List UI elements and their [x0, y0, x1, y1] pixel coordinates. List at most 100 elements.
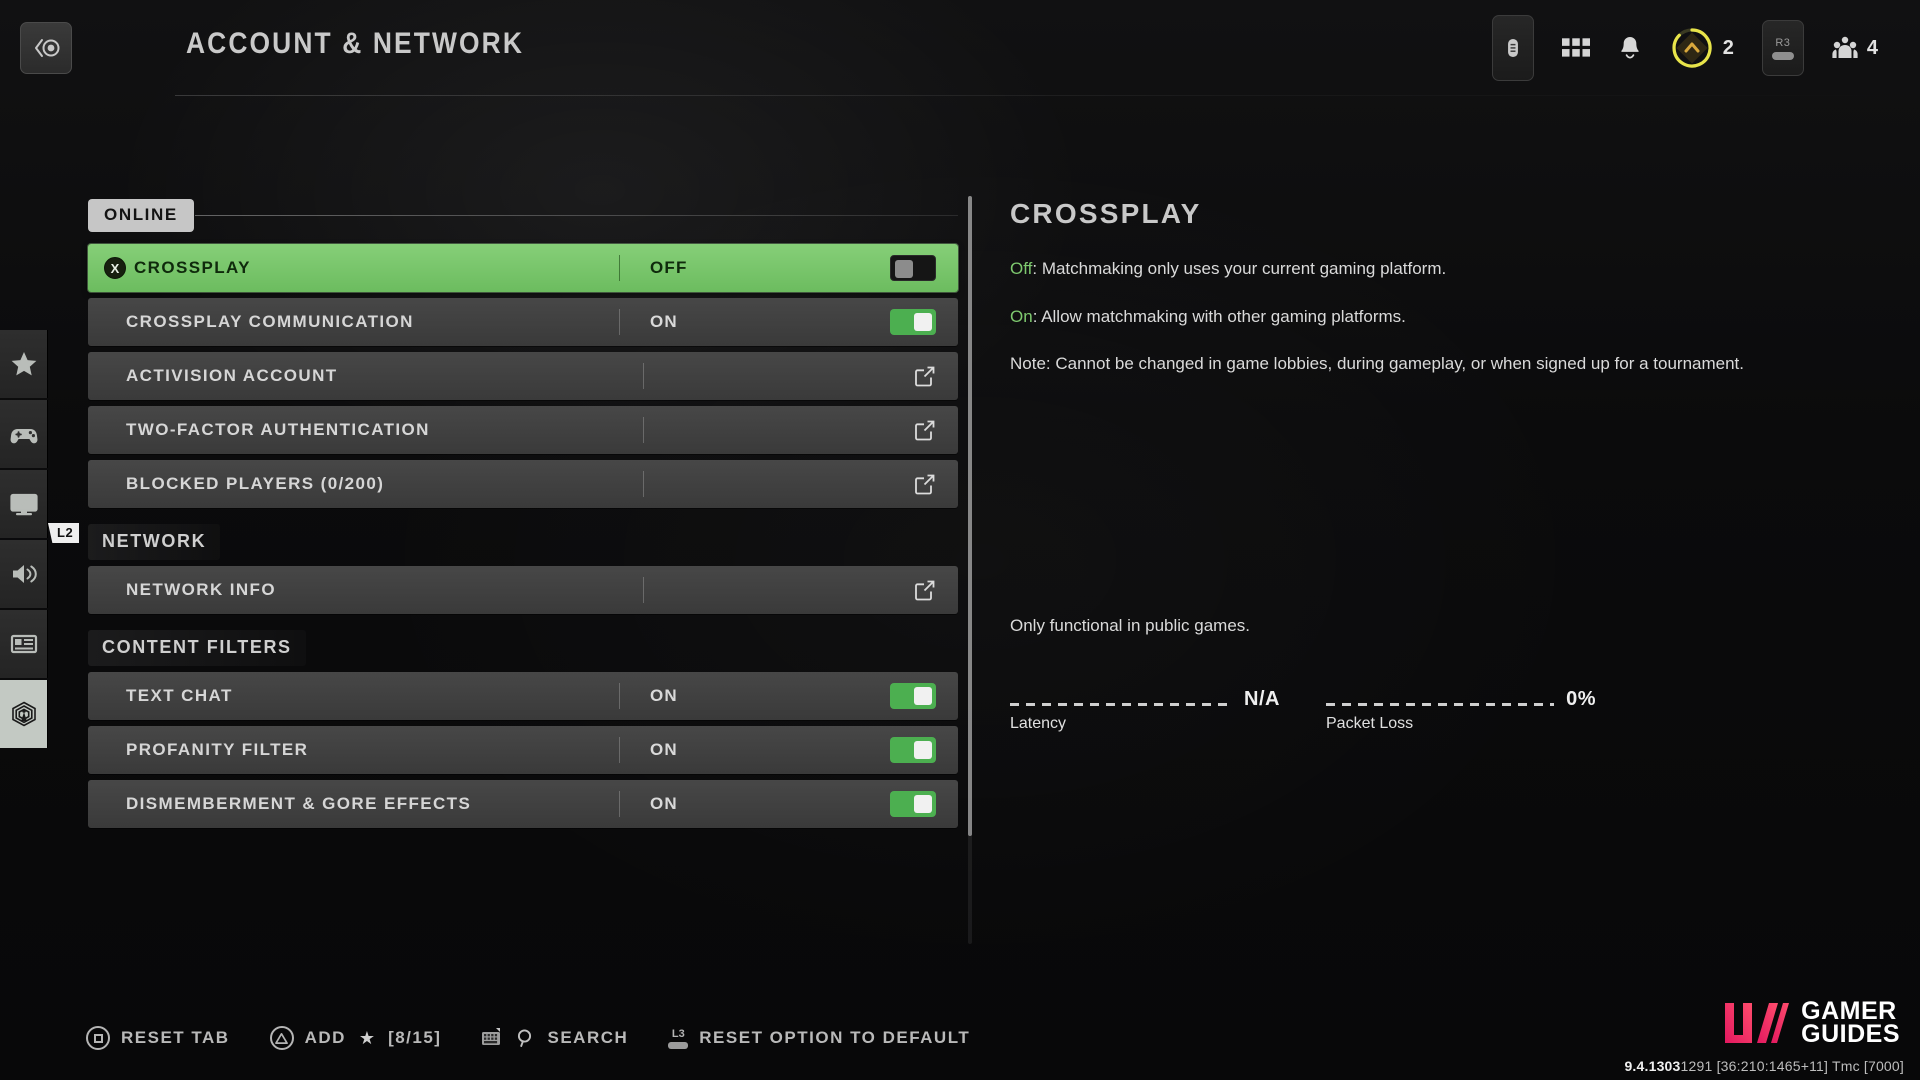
setting-row-activision-account[interactable]: ACTIVISION ACCOUNT: [88, 352, 958, 400]
notifications-button[interactable]: [1604, 14, 1656, 82]
l2-tab-hint: L2: [48, 523, 80, 543]
setting-label: NETWORK INFO: [126, 580, 276, 599]
settings-list: ONLINE X CROSSPLAY OFF CROSSPLAY COMMUNI…: [88, 198, 958, 834]
setting-control[interactable]: [914, 473, 958, 495]
meter-label: Latency: [1010, 715, 1067, 732]
setting-label: BLOCKED PLAYERS (0/200): [126, 474, 385, 493]
row-separator: [643, 577, 644, 603]
setting-control[interactable]: [890, 683, 958, 709]
toggle-switch-on[interactable]: [890, 791, 936, 817]
setting-row-crossplay-communication[interactable]: CROSSPLAY COMMUNICATION ON: [88, 298, 958, 346]
toggle-switch-on[interactable]: [890, 683, 936, 709]
action-reset-tab[interactable]: RESET TAB: [86, 1026, 230, 1050]
grid-menu-button[interactable]: [1548, 14, 1604, 82]
battlepass-rank-button[interactable]: 2: [1656, 14, 1748, 82]
touchpad-button[interactable]: [1478, 14, 1548, 82]
setting-control[interactable]: [890, 737, 958, 763]
setting-control[interactable]: [914, 579, 958, 601]
toggle-switch-off[interactable]: [890, 255, 936, 281]
toggle-knob: [914, 795, 932, 813]
action-label: SEARCH: [547, 1028, 629, 1047]
section-network: NETWORK: [88, 514, 958, 566]
action-reset-option-default[interactable]: L3 RESET OPTION TO DEFAULT: [668, 1028, 970, 1049]
setting-label: CROSSPLAY: [134, 258, 251, 277]
meter-value: 0%: [1566, 688, 1596, 710]
toggle-knob: [914, 741, 932, 759]
keyboard-search-icon: [482, 1028, 501, 1045]
action-add-favorite[interactable]: ADD ★ [8/15]: [269, 1026, 442, 1050]
sidebar-item-audio[interactable]: [0, 540, 48, 608]
setting-value: ON: [650, 686, 678, 705]
gamer-guides-wordmark: GAMER GUIDES: [1801, 998, 1900, 1048]
detail-title: CROSSPLAY: [1010, 198, 1202, 229]
r3-stick-button: R3: [1761, 20, 1804, 76]
setting-control[interactable]: [890, 309, 958, 335]
meter-latency: N/A Latency: [1010, 688, 1280, 733]
sidebar-item-favorites[interactable]: [0, 330, 48, 398]
meter-dashed-bar: [1326, 703, 1555, 706]
header-icon-cluster: 2 R3 4: [1478, 14, 1892, 82]
setting-label: DISMEMBERMENT & GORE EFFECTS: [126, 794, 472, 813]
network-broadcast-icon: [11, 701, 36, 727]
bell-notification-icon: [1621, 37, 1639, 59]
setting-row-dismemberment-gore-effects[interactable]: DISMEMBERMENT & GORE EFFECTS ON: [88, 780, 958, 828]
action-label: ADD: [304, 1028, 346, 1047]
setting-row-profanity-filter[interactable]: PROFANITY FILTER ON: [88, 726, 958, 774]
row-separator: [643, 417, 644, 443]
gamer-guides-watermark: GAMER GUIDES: [1723, 998, 1900, 1048]
setting-row-network-info[interactable]: NETWORK INFO: [88, 566, 958, 614]
battlepass-rank-icon: [1670, 26, 1714, 70]
section-header-network: NETWORK: [88, 524, 221, 560]
l3-stick-icon: L3: [668, 1027, 689, 1049]
setting-label: PROFANITY FILTER: [126, 740, 309, 759]
sidebar-item-account-network[interactable]: [0, 680, 48, 748]
setting-row-blocked-players[interactable]: BLOCKED PLAYERS (0/200): [88, 460, 958, 508]
r3-button[interactable]: R3: [1748, 14, 1818, 82]
meter-bar-row: 0%: [1326, 688, 1596, 711]
section-header-content-filters: CONTENT FILTERS: [88, 630, 306, 666]
external-link-icon: [915, 474, 935, 495]
brand-line-2: GUIDES: [1801, 1019, 1900, 1048]
meter-value: N/A: [1244, 688, 1280, 710]
setting-label: CROSSPLAY COMMUNICATION: [126, 312, 414, 331]
detail-lead-off: Off: [1010, 259, 1033, 278]
toggle-knob: [914, 687, 932, 705]
square-glyph: [93, 1033, 103, 1043]
social-players-button[interactable]: 4: [1818, 14, 1892, 82]
toggle-switch-on[interactable]: [890, 309, 936, 335]
setting-value: OFF: [650, 258, 688, 277]
square-button-icon: [86, 1026, 110, 1050]
sidebar-item-interface[interactable]: [0, 610, 48, 678]
header-divider: [175, 95, 1920, 96]
x-button-icon: X: [104, 257, 126, 279]
setting-control[interactable]: [890, 791, 958, 817]
detail-text-off: : Matchmaking only uses your current gam…: [1032, 259, 1447, 278]
x-button-glyph: X: [110, 260, 120, 276]
tab-online[interactable]: ONLINE: [88, 198, 194, 232]
build-version-rest: 1291 [36:210:1465+11] Tmc [7000]: [1680, 1058, 1904, 1074]
setting-row-text-chat[interactable]: TEXT CHAT ON: [88, 672, 958, 720]
setting-row-two-factor-authentication[interactable]: TWO-FACTOR AUTHENTICATION: [88, 406, 958, 454]
l3-label: L3: [671, 1027, 685, 1040]
setting-control[interactable]: [890, 255, 958, 281]
setting-control[interactable]: [914, 365, 958, 387]
detail-panel: CROSSPLAY Off: Matchmaking only uses you…: [1010, 198, 1870, 732]
gamer-guides-logo-icon: [1725, 1002, 1790, 1043]
meter-bar-row: N/A: [1010, 688, 1280, 711]
action-search[interactable]: SEARCH: [481, 1027, 628, 1049]
setting-row-crossplay[interactable]: X CROSSPLAY OFF: [88, 244, 958, 292]
detail-text-on: : Allow matchmaking with other gaming pl…: [1032, 306, 1406, 326]
setting-control[interactable]: [914, 419, 958, 441]
detail-text-note: Note: Cannot be changed in game lobbies,…: [1010, 354, 1744, 373]
setting-label: TEXT CHAT: [126, 686, 233, 705]
action-label: RESET OPTION TO DEFAULT: [699, 1028, 971, 1047]
back-button[interactable]: [20, 22, 72, 74]
setting-label: ACTIVISION ACCOUNT: [126, 366, 338, 385]
detail-paragraph-off: Off: Matchmaking only uses your current …: [1010, 256, 1870, 282]
scrollbar-thumb[interactable]: [968, 196, 972, 836]
detail-lead-on: On: [1010, 306, 1033, 326]
toggle-switch-on[interactable]: [890, 737, 936, 763]
sidebar-item-graphics[interactable]: [0, 470, 48, 538]
star-icon: ★: [358, 1027, 376, 1048]
sidebar-item-controller[interactable]: [0, 400, 48, 468]
